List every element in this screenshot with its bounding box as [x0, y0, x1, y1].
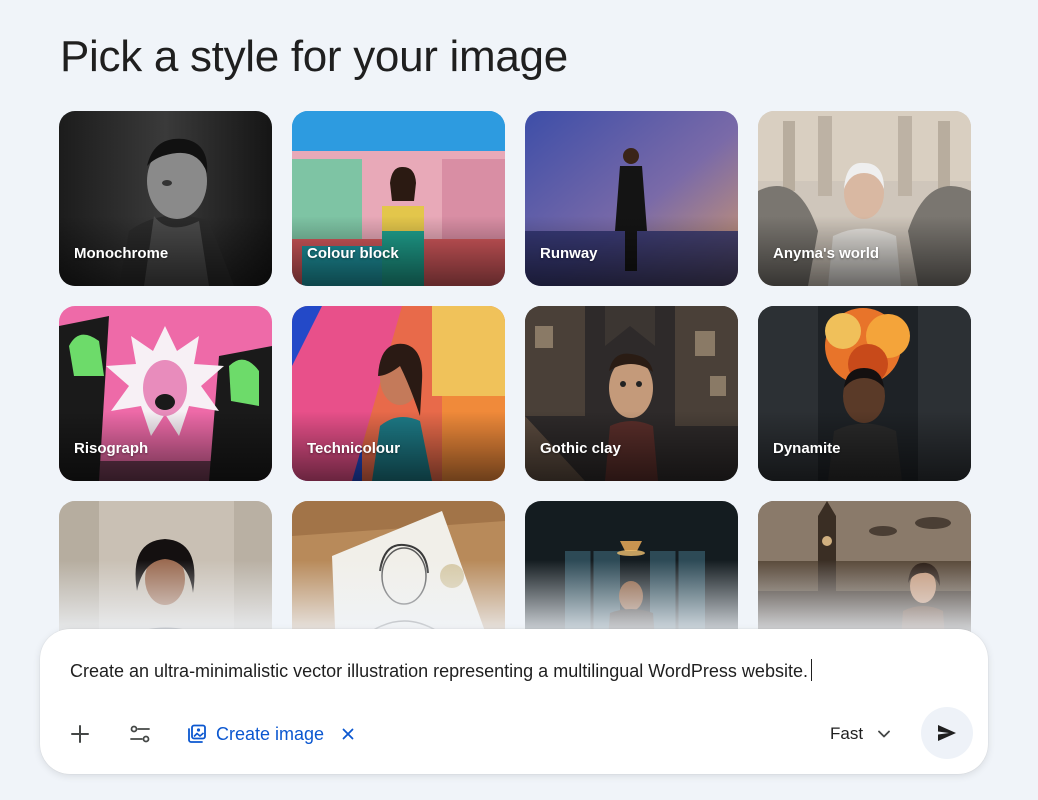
- plus-icon: [71, 725, 89, 743]
- style-tile-colour-block[interactable]: Colour block: [292, 111, 505, 286]
- chevron-down-icon: [878, 730, 890, 738]
- image-stack-icon: [188, 724, 206, 743]
- style-tile-risograph[interactable]: Risograph: [59, 306, 272, 481]
- style-tile-anymas-world[interactable]: Anyma's world: [758, 111, 971, 286]
- create-image-chip[interactable]: Create image: [186, 719, 354, 749]
- prompt-text: Create an ultra-minimalistic vector illu…: [70, 661, 808, 681]
- style-grid: Monochrome Colour block Runway Anyma's w…: [59, 111, 971, 676]
- prompt-input[interactable]: Create an ultra-minimalistic vector illu…: [70, 659, 928, 682]
- page-title: Pick a style for your image: [60, 32, 568, 81]
- send-icon: [938, 725, 956, 741]
- sliders-icon: [130, 725, 150, 743]
- style-tile-runway[interactable]: Runway: [525, 111, 738, 286]
- style-label: Gothic clay: [540, 440, 621, 457]
- style-label: Runway: [540, 245, 598, 262]
- mode-label: Fast: [830, 724, 864, 743]
- style-tile-technicolour[interactable]: Technicolour: [292, 306, 505, 481]
- send-button[interactable]: [921, 707, 973, 759]
- style-label: Colour block: [307, 245, 399, 262]
- style-label: Monochrome: [74, 245, 169, 262]
- close-icon: [342, 728, 354, 739]
- style-label: Anyma's world: [773, 245, 880, 262]
- style-tile-dynamite[interactable]: Dynamite: [758, 306, 971, 481]
- style-label: Technicolour: [307, 440, 401, 457]
- style-tile-monochrome[interactable]: Monochrome: [59, 111, 272, 286]
- style-label: Dynamite: [773, 440, 841, 457]
- text-caret: [810, 659, 812, 681]
- model-mode-selector[interactable]: Fast: [830, 720, 891, 748]
- prompt-composer: Create an ultra-minimalistic vector illu…: [40, 629, 988, 774]
- style-tile-gothic-clay[interactable]: Gothic clay: [525, 306, 738, 481]
- style-label: Risograph: [74, 440, 149, 457]
- remove-tool-button[interactable]: [342, 724, 354, 745]
- add-button[interactable]: [60, 714, 100, 754]
- tools-button[interactable]: [120, 714, 160, 754]
- create-image-label: Create image: [216, 723, 325, 744]
